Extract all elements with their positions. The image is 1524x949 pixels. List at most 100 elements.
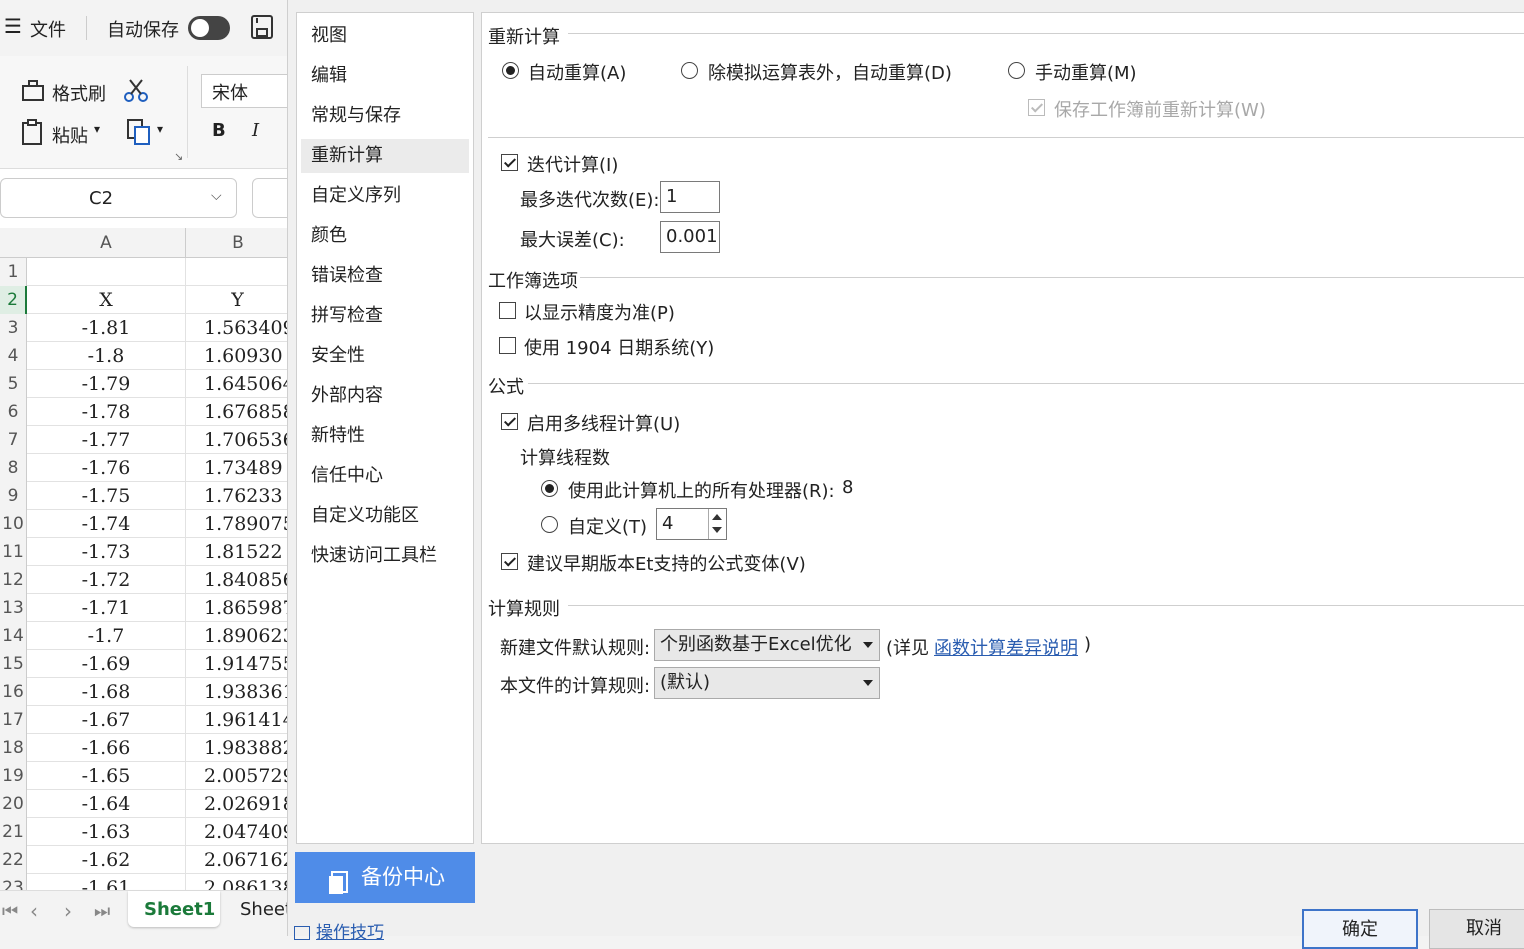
iterative-label[interactable]: 迭代计算(I) [527, 151, 618, 177]
row-header[interactable]: 5 [0, 370, 27, 398]
cell-a[interactable]: -1.69 [27, 650, 186, 678]
early-version-checkbox[interactable] [501, 553, 518, 570]
cell-b[interactable] [186, 258, 290, 286]
auto-except-radio[interactable] [681, 62, 698, 79]
cell-grid[interactable]: A B 1 2 X Y 3 -1.81 1.563409 4 -1.8 1.60930 5 -1.79… [0, 228, 290, 902]
row-header[interactable]: 12 [0, 566, 27, 594]
formula-bar[interactable] [252, 178, 290, 218]
row-header[interactable]: 18 [0, 734, 27, 762]
nav-item[interactable]: 自定义功能区 [301, 499, 469, 533]
paste-button[interactable]: 粘贴 [52, 122, 88, 148]
cell-a[interactable]: -1.72 [27, 566, 186, 594]
tips-link[interactable]: 操作技巧 [294, 918, 384, 943]
cell-a[interactable]: -1.63 [27, 818, 186, 846]
cell-b[interactable]: 1.865987 [186, 594, 290, 622]
cell-a[interactable]: -1.81 [27, 314, 186, 342]
cell-b[interactable]: 1.938361 [186, 678, 290, 706]
precision-label[interactable]: 以显示精度为准(P) [524, 299, 675, 325]
nav-item[interactable]: 拼写检查 [301, 299, 469, 333]
cell-b[interactable]: 1.983882 [186, 734, 290, 762]
backup-center-button[interactable]: 备份中心 [295, 852, 475, 903]
cell-a[interactable]: -1.78 [27, 398, 186, 426]
row-header[interactable]: 21 [0, 818, 27, 846]
date1904-label[interactable]: 使用 1904 日期系统(Y) [524, 334, 714, 360]
name-box[interactable]: C2 ⌵ [0, 178, 237, 218]
manual-recalc-radio[interactable] [1008, 62, 1025, 79]
row-header[interactable]: 7 [0, 426, 27, 454]
all-processors-label[interactable]: 使用此计算机上的所有处理器(R): [568, 477, 835, 503]
auto-except-label[interactable]: 除模拟运算表外，自动重算(D) [708, 59, 952, 85]
custom-threads-label[interactable]: 自定义(T) [568, 513, 647, 539]
nav-item[interactable]: 重新计算 [301, 139, 469, 173]
cell-a[interactable]: -1.8 [27, 342, 186, 370]
row-header[interactable]: 15 [0, 650, 27, 678]
auto-recalc-label[interactable]: 自动重算(A) [528, 59, 626, 85]
autosave-toggle[interactable] [188, 16, 230, 40]
row-header[interactable]: 9 [0, 482, 27, 510]
cell-b[interactable]: 1.706536 [186, 426, 290, 454]
manual-recalc-label[interactable]: 手动重算(M) [1035, 59, 1137, 85]
nav-item[interactable]: 信任中心 [301, 459, 469, 493]
dialog-launcher-icon[interactable]: ↘ [174, 150, 183, 163]
row-header[interactable]: 2 [0, 286, 27, 314]
nav-item[interactable]: 新特性 [301, 419, 469, 453]
cell-b[interactable]: 1.676858 [186, 398, 290, 426]
cell-a[interactable]: -1.71 [27, 594, 186, 622]
custom-threads-radio[interactable] [541, 516, 558, 533]
nav-item[interactable]: 外部内容 [301, 379, 469, 413]
spin-up-icon[interactable] [712, 514, 722, 520]
next-sheet-icon[interactable]: › [64, 899, 72, 923]
row-header[interactable]: 22 [0, 846, 27, 874]
cell-b[interactable]: 2.005729 [186, 762, 290, 790]
prev-sheet-icon[interactable]: ‹ [30, 899, 38, 923]
row-header[interactable]: 17 [0, 706, 27, 734]
cell-b[interactable]: 1.890623 [186, 622, 290, 650]
cell-b[interactable]: 2.026918 [186, 790, 290, 818]
ok-button[interactable]: 确定 [1302, 909, 1418, 949]
cell-a[interactable]: -1.68 [27, 678, 186, 706]
row-header[interactable]: 13 [0, 594, 27, 622]
row-header[interactable]: 11 [0, 538, 27, 566]
nav-item[interactable]: 颜色 [301, 219, 469, 253]
cut-icon[interactable] [122, 78, 150, 109]
row-header[interactable]: 1 [0, 258, 27, 286]
max-iter-input[interactable]: 1 [660, 181, 720, 213]
nav-item[interactable]: 快速访问工具栏 [301, 539, 469, 573]
new-file-rule-select[interactable]: 个别函数基于Excel优化 [654, 629, 880, 661]
cell-b[interactable]: 1.789075 [186, 510, 290, 538]
nav-item[interactable]: 错误检查 [301, 259, 469, 293]
row-header[interactable]: 14 [0, 622, 27, 650]
cell-b[interactable]: 2.047409 [186, 818, 290, 846]
chevron-down-icon[interactable]: ▾ [157, 122, 163, 136]
chevron-down-icon[interactable]: ▾ [94, 122, 100, 136]
row-header[interactable]: 19 [0, 762, 27, 790]
cell-b[interactable]: 1.961414 [186, 706, 290, 734]
cell-b[interactable]: 1.73489 [186, 454, 290, 482]
select-all-corner[interactable] [0, 228, 27, 258]
cell-b[interactable]: 1.645064 [186, 370, 290, 398]
cell-a[interactable]: -1.62 [27, 846, 186, 874]
cell-a[interactable]: -1.7 [27, 622, 186, 650]
custom-threads-input[interactable]: 4 [656, 508, 727, 540]
cell-b[interactable]: 1.840856 [186, 566, 290, 594]
format-painter-icon[interactable] [20, 78, 46, 109]
cell-a[interactable]: -1.73 [27, 538, 186, 566]
cell-a[interactable]: -1.67 [27, 706, 186, 734]
row-header[interactable]: 3 [0, 314, 27, 342]
cell-a[interactable]: -1.74 [27, 510, 186, 538]
nav-item[interactable]: 安全性 [301, 339, 469, 373]
sheet-tab-active[interactable]: Sheet1 [128, 891, 220, 927]
menu-file[interactable]: 文件 [30, 16, 66, 42]
precision-checkbox[interactable] [499, 302, 516, 319]
cell-b[interactable]: 2.067162 [186, 846, 290, 874]
cell-a[interactable]: -1.79 [27, 370, 186, 398]
spinner[interactable] [708, 509, 726, 539]
last-sheet-icon[interactable]: ⏭ [94, 901, 110, 922]
italic-button[interactable]: I [252, 120, 259, 141]
cell-a[interactable]: -1.66 [27, 734, 186, 762]
cell-a[interactable] [27, 258, 186, 286]
sheet-tab-other[interactable]: Sheet [240, 899, 290, 920]
font-name-select[interactable]: 宋体 [201, 74, 290, 108]
calc-difference-link[interactable]: 函数计算差异说明 [934, 634, 1078, 660]
copy-icon[interactable] [126, 118, 152, 151]
